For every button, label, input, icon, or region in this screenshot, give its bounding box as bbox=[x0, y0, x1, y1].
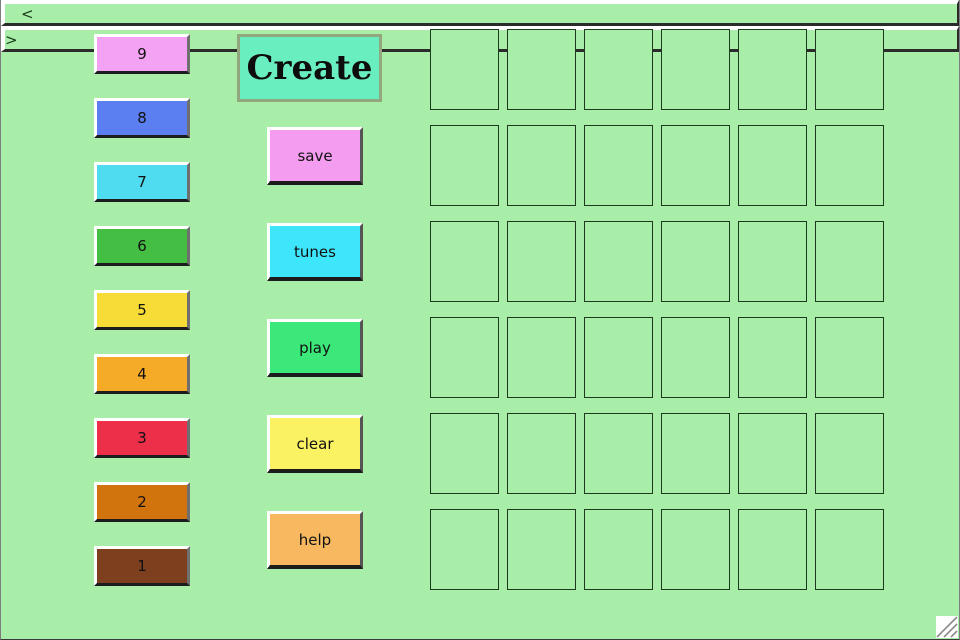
note-button-label: 2 bbox=[137, 493, 147, 511]
grid-cell[interactable] bbox=[430, 509, 499, 590]
resize-grip-icon bbox=[936, 616, 958, 638]
grid-cell[interactable] bbox=[815, 413, 884, 494]
create-button-label: Create bbox=[246, 48, 373, 88]
grid-cell[interactable] bbox=[584, 125, 653, 206]
note-button-label: 1 bbox=[137, 557, 147, 575]
sequencer-grid bbox=[430, 29, 884, 590]
grid-cell[interactable] bbox=[661, 221, 730, 302]
note-button-7[interactable]: 7 bbox=[94, 162, 190, 202]
grid-cell[interactable] bbox=[738, 317, 807, 398]
grid-cell[interactable] bbox=[507, 509, 576, 590]
clear-button-label: clear bbox=[296, 434, 334, 453]
grid-cell[interactable] bbox=[738, 221, 807, 302]
grid-cell[interactable] bbox=[584, 509, 653, 590]
grid-cell[interactable] bbox=[815, 125, 884, 206]
grid-cell[interactable] bbox=[507, 29, 576, 110]
nav-prev-panel[interactable]: < bbox=[1, 0, 959, 26]
grid-cell[interactable] bbox=[584, 29, 653, 110]
grid-cell[interactable] bbox=[815, 221, 884, 302]
chevron-right-icon: > bbox=[5, 31, 18, 49]
note-button-2[interactable]: 2 bbox=[94, 482, 190, 522]
action-button-column: save tunes play clear help bbox=[267, 127, 363, 607]
grid-cell[interactable] bbox=[661, 413, 730, 494]
note-button-8[interactable]: 8 bbox=[94, 98, 190, 138]
app-window: < > 9 8 7 6 5 4 3 2 1 Create save tunes play clear h… bbox=[0, 0, 960, 640]
grid-cell[interactable] bbox=[584, 317, 653, 398]
tunes-button[interactable]: tunes bbox=[267, 223, 363, 281]
grid-cell[interactable] bbox=[507, 317, 576, 398]
note-button-1[interactable]: 1 bbox=[94, 546, 190, 586]
play-button-label: play bbox=[299, 338, 331, 357]
grid-cell[interactable] bbox=[430, 29, 499, 110]
note-button-label: 4 bbox=[137, 365, 147, 383]
note-button-column: 9 8 7 6 5 4 3 2 1 bbox=[94, 34, 190, 610]
grid-cell[interactable] bbox=[584, 413, 653, 494]
help-button-label: help bbox=[298, 530, 332, 549]
note-button-3[interactable]: 3 bbox=[94, 418, 190, 458]
help-button[interactable]: help bbox=[267, 511, 363, 569]
tunes-button-label: tunes bbox=[294, 242, 336, 261]
grid-cell[interactable] bbox=[430, 317, 499, 398]
create-button[interactable]: Create bbox=[237, 34, 382, 102]
clear-button[interactable]: clear bbox=[267, 415, 363, 473]
grid-cell[interactable] bbox=[815, 509, 884, 590]
note-button-6[interactable]: 6 bbox=[94, 226, 190, 266]
note-button-label: 9 bbox=[137, 45, 147, 63]
save-button-label: save bbox=[297, 146, 333, 165]
note-button-9[interactable]: 9 bbox=[94, 34, 190, 74]
grid-cell[interactable] bbox=[507, 221, 576, 302]
note-button-label: 6 bbox=[137, 237, 147, 255]
note-button-label: 5 bbox=[137, 301, 147, 319]
grid-cell[interactable] bbox=[815, 29, 884, 110]
note-button-4[interactable]: 4 bbox=[94, 354, 190, 394]
grid-cell[interactable] bbox=[738, 509, 807, 590]
grid-cell[interactable] bbox=[738, 29, 807, 110]
grid-cell[interactable] bbox=[661, 125, 730, 206]
grid-cell[interactable] bbox=[738, 125, 807, 206]
note-button-label: 8 bbox=[137, 109, 147, 127]
resize-grip[interactable] bbox=[936, 616, 958, 638]
grid-cell[interactable] bbox=[738, 413, 807, 494]
save-button[interactable]: save bbox=[267, 127, 363, 185]
grid-cell[interactable] bbox=[507, 125, 576, 206]
play-button[interactable]: play bbox=[267, 319, 363, 377]
grid-cell[interactable] bbox=[661, 29, 730, 110]
note-button-5[interactable]: 5 bbox=[94, 290, 190, 330]
grid-cell[interactable] bbox=[430, 125, 499, 206]
grid-cell[interactable] bbox=[430, 413, 499, 494]
grid-cell[interactable] bbox=[661, 509, 730, 590]
grid-cell[interactable] bbox=[815, 317, 884, 398]
grid-cell[interactable] bbox=[430, 221, 499, 302]
note-button-label: 7 bbox=[137, 173, 147, 191]
grid-cell[interactable] bbox=[661, 317, 730, 398]
grid-cell[interactable] bbox=[584, 221, 653, 302]
note-button-label: 3 bbox=[137, 429, 147, 447]
chevron-left-icon: < bbox=[21, 5, 34, 23]
grid-cell[interactable] bbox=[507, 413, 576, 494]
